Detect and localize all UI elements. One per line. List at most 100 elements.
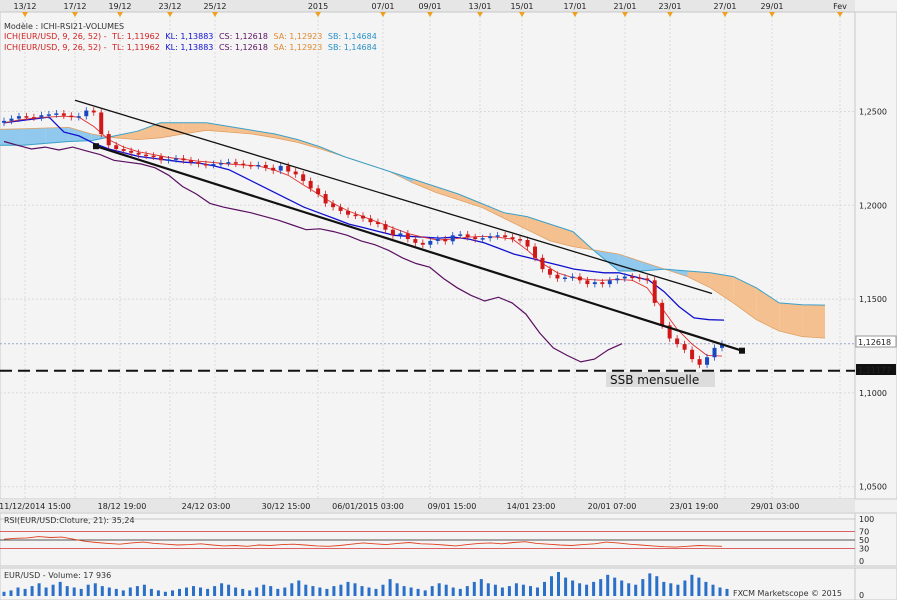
current-price-value: 1,12618 [858,338,891,347]
volume-bar [276,588,280,596]
top-date-label: 13/01 [468,2,491,11]
candle-body [697,359,702,365]
trendline-handle[interactable] [93,143,99,150]
volume-bar [178,588,181,596]
volume-bar [669,583,673,596]
volume-bar [346,581,350,596]
volume-bar [128,587,132,596]
volume-bar [318,587,322,596]
cloud-segment [22,128,46,146]
volume-bar [458,588,462,596]
volume-bar [571,580,575,596]
candle-body [592,282,597,285]
volume-bar [423,590,427,596]
candle-body [181,158,186,161]
volume-bar [213,586,217,596]
volume-bar [550,576,553,596]
candle-body [188,160,193,163]
candle-body [99,112,104,135]
legend-1-name: ICH(EUR/USD, 9, 26, 52) - [4,32,107,41]
candle-body [76,116,81,118]
candle-body [136,152,141,155]
bottom-date-label: 06/01/2015 03:00 [332,502,404,511]
candle-body [652,280,657,303]
candle-body [368,218,373,223]
candle-body [248,164,253,167]
volume-bar [388,579,392,596]
volume-bar [536,587,539,596]
candle-body [645,278,650,281]
volume-bar [479,579,483,596]
top-date-label: 15/01 [510,2,533,11]
ssb-annotation: SSB mensuelle [610,373,699,387]
volume-bar [248,590,252,596]
top-date-label: 21/01 [613,2,636,11]
candle-body [286,165,291,172]
volume-bar [171,590,174,596]
bottom-date-label: 20/01 07:00 [588,502,637,511]
candle-body [338,207,343,211]
volume-bar [297,580,301,596]
rsi-tick-label: 30 [859,544,869,553]
volume-bar [16,587,20,596]
bottom-date-label: 24/12 03:00 [182,502,231,511]
candle-body [577,276,582,281]
candle-body [525,240,530,247]
volume-bar [697,577,701,596]
candle-body [316,188,321,195]
candle-body [278,165,283,171]
volume-bar [367,587,371,596]
ssb-price-value: 1,11177 [858,366,891,375]
volume-bar [163,591,167,596]
top-date-label: Fev [833,2,847,11]
volume-bar [135,586,139,596]
volume-bar [676,584,680,596]
volume-bar [662,581,666,596]
volume-bar [311,586,315,596]
volume-bar [339,584,343,596]
legend-2-tl: TL: 1,11962 [111,43,160,52]
candle-body [398,233,403,236]
bottom-date-label: 14/01 23:00 [507,502,556,511]
volume-bar [23,588,27,596]
candle-body [211,164,216,166]
candle-body [503,235,508,238]
candle-body [159,156,164,161]
cloud-segment [0,128,23,146]
candle-body [555,274,560,279]
volume-bar [381,584,385,596]
volume-bar [606,574,610,596]
volume-bar [620,580,624,596]
volume-bar [507,586,511,596]
volume-bar [648,573,652,596]
top-date-label: 09/01 [418,2,441,11]
volume-bar [514,583,518,596]
volume-bar [44,587,48,596]
top-date-label: 23/12 [158,2,181,11]
price-tick-label: 1,1000 [859,389,887,398]
top-date-label: 25/12 [203,2,226,11]
volume-bar [121,590,125,596]
candle-body [428,240,433,245]
volume-bar [585,584,589,596]
candle-body [488,236,493,239]
candle-body [323,194,328,204]
candle-body [69,115,74,118]
top-date-label: 19/12 [108,2,131,11]
trendline-handle[interactable] [739,347,745,354]
candle-body [547,269,552,275]
candle-body [518,239,523,241]
volume-bar [374,588,378,596]
candle-body [533,246,538,258]
candle-body [256,164,261,167]
volume-bar [472,581,476,596]
legend-1-tl: TL: 1,11962 [111,32,160,41]
candle-body [413,239,418,243]
volume-bar [465,586,469,596]
price-tick-label: 1,2500 [859,108,887,117]
candle-body [682,344,687,350]
volume-bar [409,587,413,596]
candle-body [615,278,620,281]
candle-body [480,238,485,240]
cloud-segment [802,304,825,339]
